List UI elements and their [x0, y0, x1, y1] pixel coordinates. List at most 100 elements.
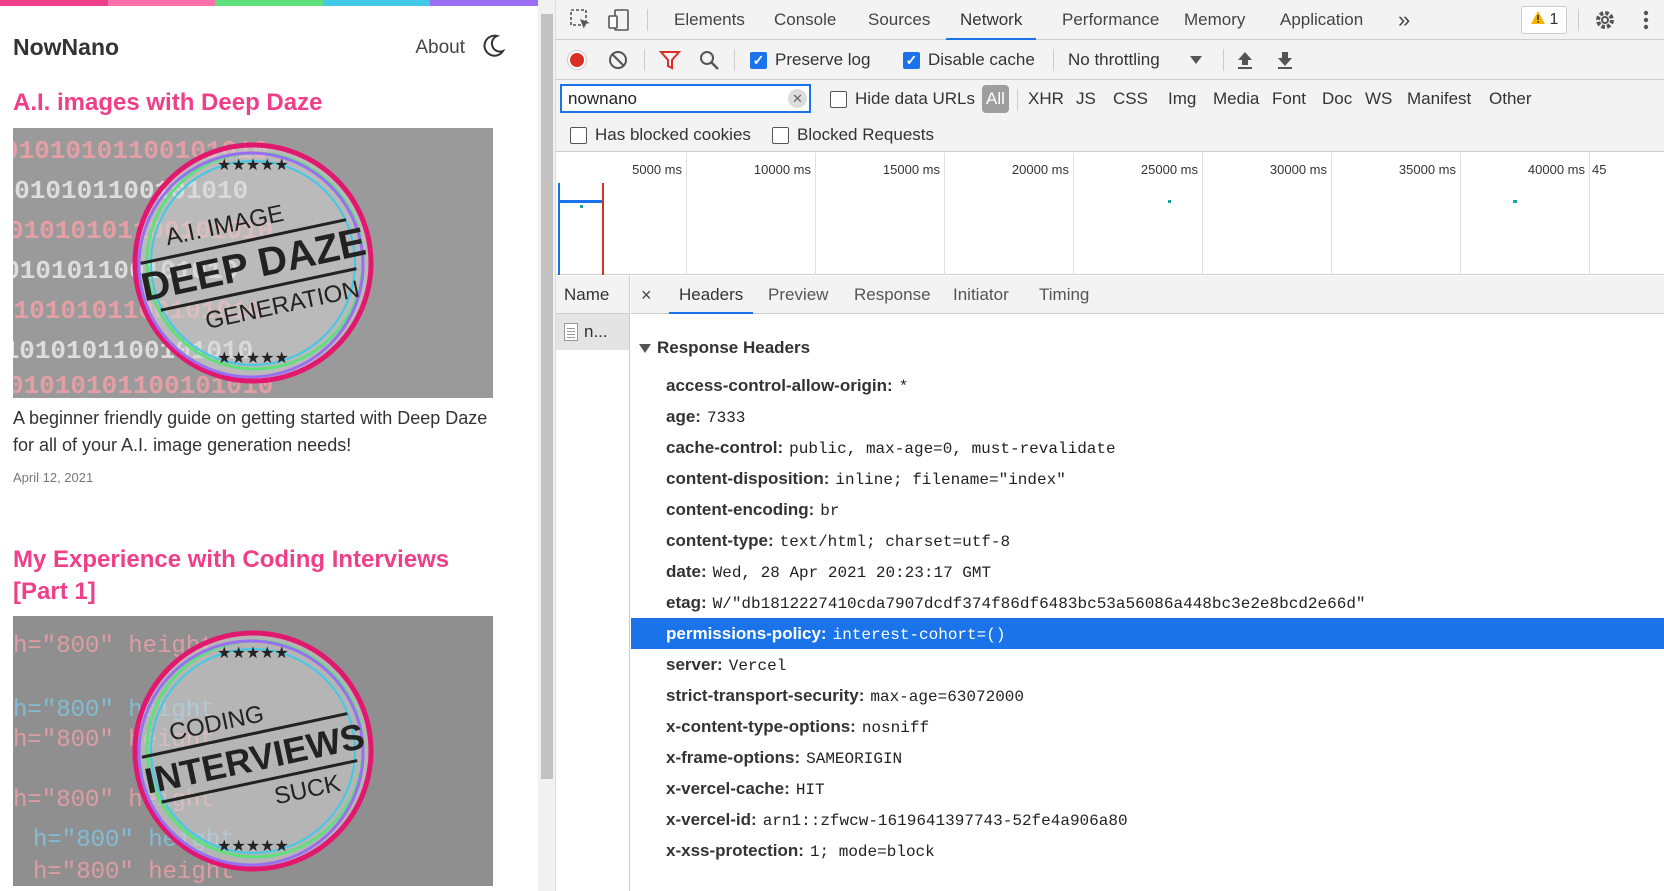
close-detail-button[interactable]: ×	[641, 276, 652, 314]
clear-filter-icon[interactable]: ✕	[788, 89, 807, 108]
filter-type-js[interactable]: JS	[1072, 85, 1100, 113]
filter-type-doc[interactable]: Doc	[1318, 85, 1356, 113]
header-row[interactable]: x-content-type-options: nosniff	[631, 711, 1664, 742]
timeline-gridline	[1073, 153, 1074, 275]
timeline-label: 5000 ms	[632, 162, 682, 177]
disable-cache-label: Disable cache	[928, 50, 1035, 69]
header-value: W/"db1812227410cda7907dcdf374f86df6483bc…	[712, 595, 1366, 613]
warnings-count: 1	[1549, 11, 1559, 28]
site-logo[interactable]: NowNano	[13, 34, 119, 61]
filter-type-xhr[interactable]: XHR	[1024, 85, 1068, 113]
blocked-requests-checkbox[interactable]: Blocked Requests	[772, 125, 934, 145]
hide-data-urls-checkbox[interactable]: Hide data URLs	[830, 89, 975, 109]
tab-console[interactable]: Console	[774, 0, 836, 40]
preserve-log-checkbox[interactable]: Preserve log	[750, 50, 870, 70]
nav-about-link[interactable]: About	[415, 37, 465, 59]
gear-icon[interactable]	[1592, 8, 1618, 32]
checkbox-box[interactable]	[750, 51, 767, 69]
inspect-element-icon[interactable]	[568, 8, 594, 32]
throttling-select[interactable]: No throttling	[1068, 50, 1202, 70]
header-value: interest-cohort=()	[832, 626, 1006, 644]
filter-type-manifest[interactable]: Manifest	[1403, 85, 1475, 113]
filter-type-font[interactable]: Font	[1268, 85, 1310, 113]
header-row-selected[interactable]: permissions-policy: interest-cohort=()	[631, 618, 1664, 649]
filter-type-ws[interactable]: WS	[1361, 85, 1396, 113]
post-title[interactable]: A.I. images with Deep Daze	[13, 87, 483, 119]
rainbow-segment	[322, 0, 431, 6]
export-har-icon[interactable]	[1274, 49, 1296, 71]
tab-response[interactable]: Response	[854, 276, 931, 314]
page-scrollbar[interactable]	[538, 0, 556, 891]
chevron-down-icon	[1189, 50, 1202, 70]
header-value: arn1::zfwcw-1619641397743-52fe4a906a80	[762, 812, 1128, 830]
header-row[interactable]: content-disposition: inline; filename="in…	[631, 463, 1664, 494]
header-row[interactable]: x-xss-protection: 1; mode=block	[631, 835, 1664, 866]
site-header: NowNano About	[13, 30, 513, 66]
header-row[interactable]: server: Vercel	[631, 649, 1664, 680]
filter-type-other[interactable]: Other	[1485, 85, 1536, 113]
checkbox-box[interactable]	[570, 126, 587, 144]
clear-icon[interactable]	[607, 49, 629, 71]
filter-type-media[interactable]: Media	[1209, 85, 1263, 113]
warnings-badge[interactable]: 1	[1521, 6, 1567, 34]
request-row[interactable]: n...	[556, 314, 629, 350]
header-row[interactable]: content-encoding: br	[631, 494, 1664, 525]
detail-tabbar: × Headers Preview Response Initiator Tim…	[631, 276, 1664, 314]
tab-preview[interactable]: Preview	[768, 276, 828, 314]
separator	[1223, 49, 1224, 71]
tab-initiator[interactable]: Initiator	[953, 276, 1009, 314]
header-key: x-vercel-cache:	[666, 779, 790, 798]
page-scrollbar-thumb[interactable]	[541, 14, 553, 779]
warning-icon	[1530, 10, 1546, 30]
header-row[interactable]: x-vercel-id: arn1::zfwcw-1619641397743-52…	[631, 804, 1664, 835]
header-row[interactable]: etag: W/"db1812227410cda7907dcdf374f86df6…	[631, 587, 1664, 618]
tab-elements[interactable]: Elements	[674, 0, 745, 40]
more-tabs-button[interactable]: »	[1398, 0, 1410, 40]
filter-type-css[interactable]: CSS	[1109, 85, 1152, 113]
header-row[interactable]: x-frame-options: SAMEORIGIN	[631, 742, 1664, 773]
post-title[interactable]: My Experience with Coding Interviews [Pa…	[13, 544, 483, 608]
tab-timing[interactable]: Timing	[1039, 276, 1089, 314]
header-row[interactable]: age: 7333	[631, 401, 1664, 432]
import-har-icon[interactable]	[1234, 49, 1256, 71]
header-row[interactable]: access-control-allow-origin: *	[631, 370, 1664, 401]
moon-icon[interactable]	[479, 32, 507, 60]
header-row[interactable]: cache-control: public, max-age=0, must-re…	[631, 432, 1664, 463]
device-toolbar-icon[interactable]	[606, 8, 632, 32]
checkbox-box[interactable]	[903, 51, 920, 69]
tab-application[interactable]: Application	[1280, 0, 1363, 40]
header-row[interactable]: x-vercel-cache: HIT	[631, 773, 1664, 804]
network-toolbar: Preserve log Disable cache No throttling	[556, 40, 1664, 80]
tab-headers[interactable]: Headers	[669, 276, 754, 314]
filter-input[interactable]	[560, 84, 811, 113]
header-key: x-content-type-options:	[666, 717, 856, 736]
post-thumbnail[interactable]: 01010101100101010 01010101100101010 0101…	[13, 128, 493, 398]
tab-performance[interactable]: Performance	[1062, 0, 1159, 40]
checkbox-box[interactable]	[772, 126, 789, 144]
header-key: content-type:	[666, 531, 774, 550]
filter-icon[interactable]	[659, 49, 681, 71]
header-key: access-control-allow-origin:	[666, 376, 893, 395]
header-value: HIT	[795, 781, 825, 799]
has-blocked-cookies-checkbox[interactable]: Has blocked cookies	[570, 125, 751, 145]
search-icon[interactable]	[698, 49, 720, 71]
header-key: x-vercel-id:	[666, 810, 757, 829]
name-column-header[interactable]: Name	[556, 276, 629, 314]
filter-type-all[interactable]: All	[982, 85, 1009, 113]
disable-cache-checkbox[interactable]: Disable cache	[903, 50, 1035, 70]
tab-network[interactable]: Network	[946, 0, 1037, 40]
header-row[interactable]: strict-transport-security: max-age=630720…	[631, 680, 1664, 711]
header-row[interactable]: content-type: text/html; charset=utf-8	[631, 525, 1664, 556]
record-icon[interactable]	[566, 49, 588, 71]
tab-sources[interactable]: Sources	[868, 0, 930, 40]
post-thumbnail[interactable]: h="800" height h="800" height h="800" he…	[13, 616, 493, 886]
header-value: inline; filename="index"	[835, 471, 1066, 489]
header-row[interactable]: date: Wed, 28 Apr 2021 20:23:17 GMT	[631, 556, 1664, 587]
response-headers-section[interactable]: Response Headers	[639, 338, 810, 358]
header-key: content-encoding:	[666, 500, 815, 519]
network-overview-timeline[interactable]: 5000 ms 10000 ms 15000 ms 20000 ms 25000…	[556, 153, 1664, 275]
tab-memory[interactable]: Memory	[1184, 0, 1245, 40]
kebab-menu-icon[interactable]	[1636, 8, 1656, 32]
checkbox-box[interactable]	[830, 90, 847, 108]
filter-type-img[interactable]: Img	[1164, 85, 1200, 113]
